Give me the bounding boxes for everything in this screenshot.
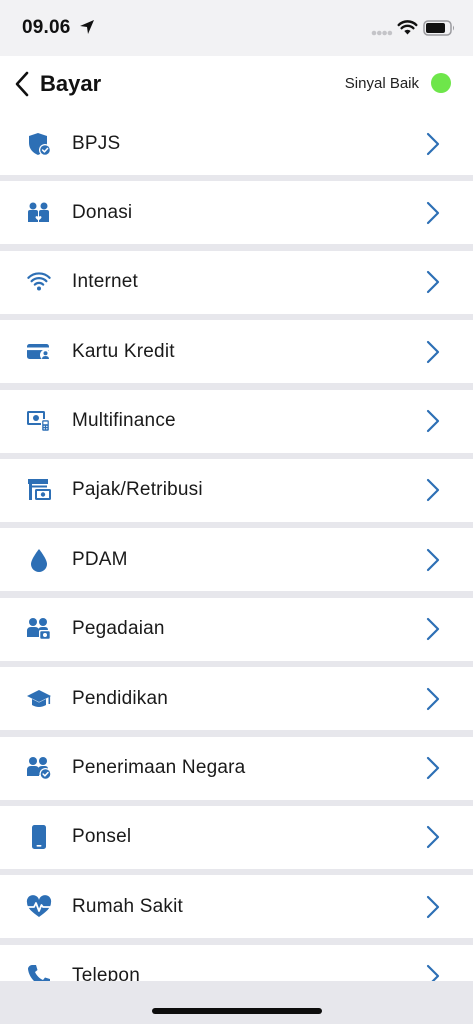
menu-item-pdam[interactable]: PDAM xyxy=(0,528,473,592)
donation-people-icon xyxy=(26,200,52,226)
money-phone-icon xyxy=(26,408,52,434)
status-bar: 09.06 xyxy=(0,0,473,56)
menu-item-label: Pajak/Retribusi xyxy=(72,479,203,501)
menu-item-multifinance[interactable]: Multifinance xyxy=(0,389,473,453)
signal-status-indicator xyxy=(431,73,451,93)
menu-item-label: Pendidikan xyxy=(72,687,169,709)
home-indicator[interactable] xyxy=(152,1008,322,1014)
menu-item-bpjs[interactable]: BPJS xyxy=(0,112,473,175)
menu-item-ponsel[interactable]: Ponsel xyxy=(0,805,473,869)
chevron-left-icon xyxy=(15,71,29,97)
menu-item-penerimaan-negara[interactable]: Penerimaan Negara xyxy=(0,736,473,800)
people-money-icon xyxy=(26,616,52,642)
shield-check-icon xyxy=(26,131,52,157)
cellular-dots-icon xyxy=(371,30,393,36)
people-check-icon xyxy=(26,755,52,781)
menu-item-label: Pegadaian xyxy=(72,618,165,640)
page-title: Bayar xyxy=(40,71,102,96)
chevron-right-icon xyxy=(426,479,440,502)
menu-item-donasi[interactable]: Donasi xyxy=(0,181,473,245)
graduation-cap-icon xyxy=(26,686,52,712)
menu-item-kartu-kredit[interactable]: Kartu Kredit xyxy=(0,320,473,384)
location-arrow-icon xyxy=(80,20,94,34)
chevron-right-icon xyxy=(426,340,440,363)
status-time: 09.06 xyxy=(22,17,71,38)
menu-item-internet[interactable]: Internet xyxy=(0,250,473,314)
mobile-phone-icon xyxy=(26,824,52,850)
menu-item-label: Internet xyxy=(72,271,139,293)
water-drop-icon xyxy=(26,547,52,573)
menu-item-label: PDAM xyxy=(72,548,128,570)
chevron-right-icon xyxy=(426,895,440,918)
chevron-right-icon xyxy=(426,756,440,780)
chevron-right-icon xyxy=(426,618,440,641)
chevron-right-icon xyxy=(426,271,440,294)
menu-item-label: Ponsel xyxy=(72,826,132,848)
chevron-right-icon xyxy=(426,132,440,155)
menu-item-pajak-retribusi[interactable]: Pajak/Retribusi xyxy=(0,458,473,522)
menu-item-label: Penerimaan Negara xyxy=(72,757,246,779)
menu-item-label: Kartu Kredit xyxy=(72,340,175,362)
menu-item-label: Donasi xyxy=(72,201,133,223)
chevron-right-icon xyxy=(426,687,440,710)
menu-item-label: Rumah Sakit xyxy=(72,895,183,917)
nav-bar: Bayar Sinyal Baik xyxy=(0,56,473,112)
menu-item-label: BPJS xyxy=(72,132,121,154)
menu-item-pendidikan[interactable]: Pendidikan xyxy=(0,667,473,731)
chevron-right-icon xyxy=(426,201,440,224)
wifi-icon xyxy=(26,269,52,295)
payment-menu-list: BPJS Donasi Internet Kartu Kredit Multif… xyxy=(0,112,473,1014)
tax-building-icon xyxy=(26,477,52,503)
signal-status-label: Sinyal Baik xyxy=(344,75,419,92)
battery-icon xyxy=(423,20,454,36)
menu-item-label: Multifinance xyxy=(72,410,176,432)
chevron-right-icon xyxy=(426,548,440,571)
menu-item-rumah-sakit[interactable]: Rumah Sakit xyxy=(0,875,473,939)
wifi-icon xyxy=(397,20,418,35)
credit-card-user-icon xyxy=(26,339,52,365)
chevron-right-icon xyxy=(426,409,440,433)
back-button[interactable]: Bayar xyxy=(14,66,101,102)
chevron-right-icon xyxy=(426,826,440,849)
heart-pulse-icon xyxy=(26,894,52,920)
menu-item-pegadaian[interactable]: Pegadaian xyxy=(0,597,473,661)
home-indicator-area xyxy=(0,981,473,1024)
